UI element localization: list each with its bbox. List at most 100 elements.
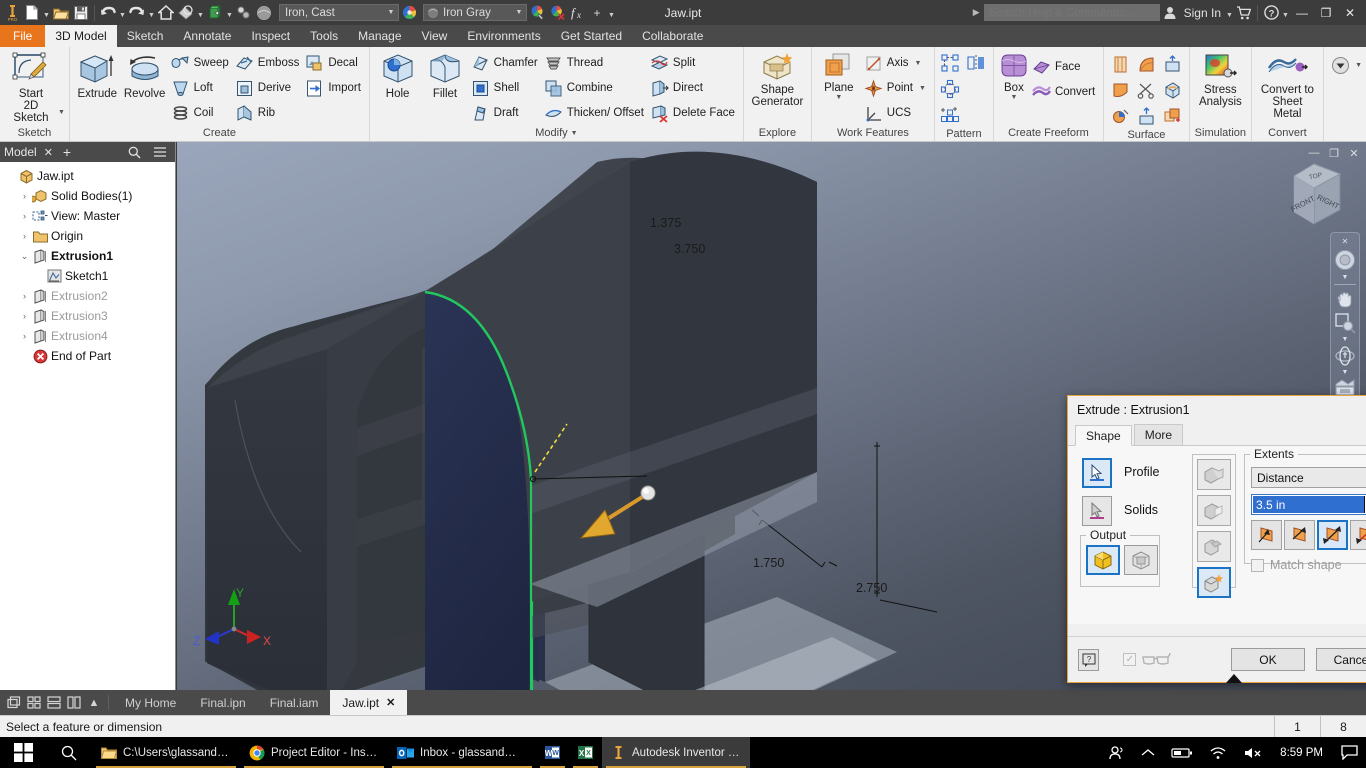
stitch-button[interactable] (1134, 104, 1159, 129)
ribbon-tab-annotate[interactable]: Annotate (173, 25, 241, 47)
ribbon-overflow-dropdown-icon[interactable]: ▼ (1355, 62, 1362, 69)
cut-operation-button[interactable] (1197, 495, 1231, 526)
solids-select-button[interactable] (1082, 496, 1112, 526)
taskbar-item-chrome[interactable]: Project Editor - Instru... (240, 737, 388, 768)
axis-button[interactable]: Axis ▼ (862, 51, 930, 75)
ribbon-tab-3d-model[interactable]: 3D Model (45, 25, 117, 47)
browser-node-solid-bodies-1-[interactable]: › Solid Bodies(1) (4, 186, 175, 206)
combine-button[interactable]: Combine (542, 76, 648, 100)
window-close-button[interactable]: ✕ (1338, 0, 1362, 25)
sweep-button[interactable]: Sweep (169, 51, 233, 75)
browser-node-extrusion4[interactable]: › Extrusion4 (4, 326, 175, 346)
revolve-surface-button[interactable] (1134, 52, 1159, 77)
ribbon-tab-manage[interactable]: Manage (348, 25, 411, 47)
dimension-3[interactable]: 1.750 (753, 556, 784, 570)
browser-add-icon[interactable]: + (60, 144, 74, 160)
stress-analysis-button[interactable]: Stress Analysis (1194, 50, 1247, 108)
expander-icon[interactable]: › (18, 291, 31, 301)
browser-node-jaw-ipt[interactable]: Jaw.ipt (4, 166, 175, 186)
browser-node-sketch1[interactable]: Sketch1 (4, 266, 175, 286)
extents-type-select[interactable]: Distance ⌄ (1251, 467, 1366, 488)
split-button[interactable]: Split (648, 51, 739, 75)
fillet-button[interactable]: Fillet (421, 50, 468, 100)
browser-node-extrusion2[interactable]: › Extrusion2 (4, 286, 175, 306)
window-maximize-button[interactable]: ❐ (1314, 0, 1338, 25)
update-dropdown-icon[interactable]: ▼ (196, 2, 205, 24)
search-input[interactable] (983, 4, 1160, 21)
freeform-box-dropdown-icon[interactable]: ▼ (1010, 94, 1017, 101)
tile-vertical-icon[interactable] (64, 696, 84, 709)
cancel-button[interactable]: Cancel (1315, 648, 1366, 671)
ribbon-tab-inspect[interactable]: Inspect (241, 25, 300, 47)
parameters-fx-icon[interactable]: f x (567, 2, 587, 24)
ribbon-tab-collaborate[interactable]: Collaborate (632, 25, 713, 47)
sculpt-button[interactable] (1160, 78, 1185, 103)
orbit-icon[interactable] (1334, 345, 1356, 367)
undo-dropdown-icon[interactable]: ▼ (118, 2, 127, 24)
taskbar-item-outlook[interactable]: Inbox - glassand@ber... (388, 737, 536, 768)
dialog-tab-shape[interactable]: Shape (1075, 425, 1132, 446)
derive-button[interactable]: Derive (233, 76, 304, 100)
document-tab-final-iam[interactable]: Final.iam (258, 690, 331, 715)
show-hidden-icons-icon[interactable] (1133, 737, 1163, 768)
start-2d-sketch-button[interactable]: Start 2D Sketch (4, 50, 58, 124)
emboss-button[interactable]: Emboss (233, 51, 304, 75)
save-icon[interactable] (71, 2, 91, 24)
ucs-button[interactable]: UCS (862, 101, 930, 125)
plane-button[interactable]: Plane ▼ (816, 50, 862, 101)
battery-icon[interactable] (1163, 737, 1201, 768)
document-tab-jaw-ipt[interactable]: Jaw.ipt ✕ (330, 690, 408, 715)
appearance-sphere-icon[interactable] (254, 2, 274, 24)
steering-wheel-icon[interactable] (1333, 248, 1357, 272)
new-file-dropdown-icon[interactable]: ▼ (42, 2, 51, 24)
rib-button[interactable]: Rib (233, 101, 304, 125)
taskbar-clock[interactable]: 8:59 PM (1270, 737, 1333, 768)
expander-icon[interactable]: › (18, 211, 31, 221)
plane-dropdown-icon[interactable]: ▼ (835, 94, 842, 101)
browser-node-view-master[interactable]: › View: Master (4, 206, 175, 226)
modify-panel-dropdown-icon[interactable]: ▼ (571, 130, 578, 137)
user-account-icon[interactable] (1160, 2, 1180, 24)
trim-button[interactable] (1134, 78, 1159, 103)
match-shape-row[interactable]: Match shape (1251, 558, 1342, 572)
taskbar-item-file-explorer[interactable]: C:\Users\glassand\Pi... (92, 737, 240, 768)
dialog-resize-grip[interactable] (1225, 674, 1242, 683)
expander-icon[interactable]: › (18, 331, 31, 341)
tile-windows-icon[interactable] (24, 696, 44, 709)
ribbon-tab-file[interactable]: File (0, 25, 46, 47)
help-icon[interactable]: ? (1261, 2, 1281, 24)
asymmetric-button[interactable] (1350, 520, 1366, 550)
hamburger-icon[interactable] (149, 146, 171, 158)
steering-wheel-dropdown-icon[interactable]: ▼ (1342, 274, 1349, 281)
solid-output-button[interactable] (1086, 545, 1120, 575)
dimension-4[interactable]: 2.750 (856, 581, 887, 595)
browser-close-icon[interactable]: ✕ (41, 146, 56, 159)
ribbon-overflow-icon[interactable] (1328, 53, 1353, 78)
open-file-icon[interactable] (51, 2, 71, 24)
copy-surface-button[interactable] (1160, 104, 1185, 129)
redo-dropdown-icon[interactable]: ▼ (147, 2, 156, 24)
update-icon[interactable] (176, 2, 196, 24)
expander-icon[interactable]: › (18, 231, 31, 241)
freeform-face-button[interactable]: Face (1030, 55, 1099, 79)
patch-button[interactable] (1108, 78, 1133, 103)
material-icon[interactable] (205, 2, 225, 24)
tab-scroll-up-icon[interactable]: ▲ (84, 697, 104, 709)
taskbar-item-excel[interactable]: XX (569, 737, 602, 768)
hole-button[interactable]: Hole (374, 50, 421, 100)
ribbon-tab-environments[interactable]: Environments (457, 25, 550, 47)
zoom-dropdown-icon[interactable]: ▼ (1342, 336, 1349, 343)
windows-start-icon[interactable] (0, 737, 46, 768)
add-to-qat-icon[interactable]: + (587, 2, 607, 24)
material-dropdown-icon[interactable]: ▼ (225, 2, 234, 24)
shell-button[interactable]: Shell (469, 76, 542, 100)
clear-appearance-icon[interactable] (547, 2, 567, 24)
browser-node-origin[interactable]: › Origin (4, 226, 175, 246)
window-minimize-button[interactable]: — (1290, 0, 1314, 25)
freeform-box-button[interactable]: Box ▼ (998, 50, 1030, 101)
document-tab-final-ipn[interactable]: Final.ipn (188, 690, 257, 715)
document-tab-my-home[interactable]: My Home (113, 690, 188, 715)
expander-icon[interactable]: › (18, 191, 31, 201)
draft-button[interactable]: Draft (469, 101, 542, 125)
people-icon[interactable] (1100, 737, 1133, 768)
